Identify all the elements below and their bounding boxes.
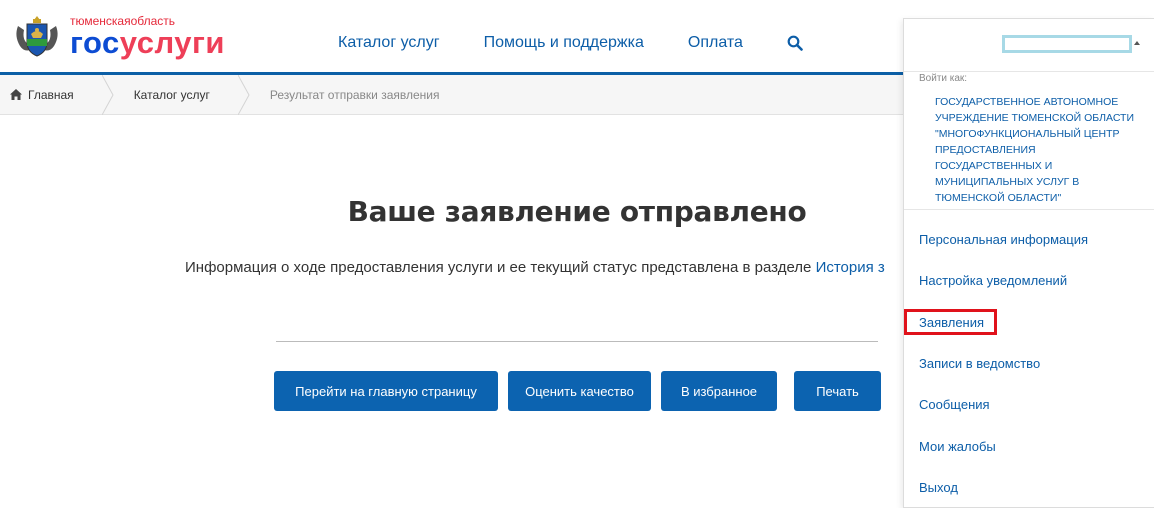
menu-divider <box>904 209 1154 210</box>
status-info-text: Информация о ходе предоставления услуги … <box>185 259 885 276</box>
breadcrumb-catalog-label: Каталог услуг <box>133 87 210 102</box>
user-menu-dropdown: Войти как: ГОСУДАРСТВЕННОЕ АВТОНОМНОЕ УЧ… <box>903 18 1154 508</box>
history-link[interactable]: История з <box>816 259 885 276</box>
add-favorite-button[interactable]: В избранное <box>661 371 777 411</box>
login-as-label: Войти как: <box>919 73 968 84</box>
organization-link[interactable]: ГОСУДАРСТВЕННОЕ АВТОНОМНОЕ УЧРЕЖДЕНИЕ ТЮ… <box>935 94 1145 206</box>
go-home-button[interactable]: Перейти на главную страницу <box>274 371 498 411</box>
chevron-separator-icon <box>101 74 114 115</box>
menu-divider <box>904 71 1154 72</box>
chevron-separator-icon <box>237 74 250 115</box>
user-name-redacted[interactable] <box>1002 35 1132 53</box>
menu-item-personal-info[interactable]: Персональная информация <box>919 232 1088 247</box>
breadcrumb-current-label: Результат отправки заявления <box>269 87 440 102</box>
menu-item-notifications[interactable]: Настройка уведомлений <box>919 273 1067 288</box>
nav-payment[interactable]: Оплата <box>688 34 743 52</box>
main-nav: Каталог услуг Помощь и поддержка Оплата <box>338 34 803 52</box>
breadcrumb-catalog[interactable]: Каталог услуг <box>114 75 238 115</box>
rate-quality-button[interactable]: Оценить качество <box>508 371 651 411</box>
menu-item-logout[interactable]: Выход <box>919 480 958 495</box>
nav-help[interactable]: Помощь и поддержка <box>484 34 644 52</box>
home-icon <box>10 89 22 100</box>
breadcrumb-home[interactable]: Главная <box>0 75 102 115</box>
logo-main-text: госуслуги <box>70 24 225 60</box>
menu-item-messages[interactable]: Сообщения <box>919 397 990 412</box>
site-logo[interactable]: тюменскаяобласть госуслуги <box>12 14 225 58</box>
menu-item-complaints[interactable]: Мои жалобы <box>919 439 996 454</box>
content-divider <box>276 341 878 342</box>
region-emblem-icon <box>16 16 58 57</box>
breadcrumb-home-label: Главная <box>28 87 74 102</box>
print-button[interactable]: Печать <box>794 371 881 411</box>
highlight-box <box>904 309 997 335</box>
nav-catalog[interactable]: Каталог услуг <box>338 34 440 52</box>
search-icon[interactable] <box>787 35 803 51</box>
breadcrumb-current: Результат отправки заявления <box>250 75 440 115</box>
menu-item-agency-appointments[interactable]: Записи в ведомство <box>919 356 1040 371</box>
caret-up-icon[interactable] <box>1134 41 1140 45</box>
